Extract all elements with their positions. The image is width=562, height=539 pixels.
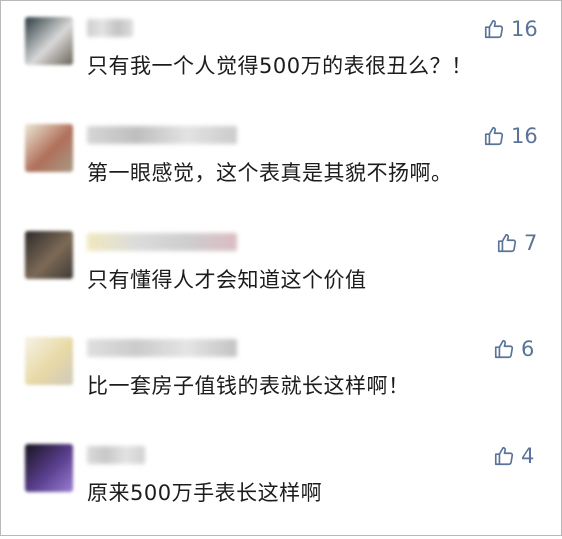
comment-text: 比一套房子值钱的表就长这样啊！ <box>87 374 410 398</box>
avatar[interactable] <box>25 17 73 65</box>
like-button[interactable]: 16 <box>483 124 538 148</box>
like-button[interactable]: 6 <box>493 337 534 361</box>
comment-item: 原来500万手表长这样啊 4 <box>1 432 561 539</box>
avatar[interactable] <box>25 231 73 279</box>
username-blurred[interactable] <box>87 446 145 464</box>
thumbs-up-icon <box>493 338 515 360</box>
comment-item: 只有我一个人觉得500万的表很丑么？！ 16 <box>1 5 561 112</box>
avatar[interactable] <box>25 444 73 492</box>
comment-item: 第一眼感觉，这个表真是其貌不扬啊。 16 <box>1 112 561 219</box>
comment-text: 原来500万手表长这样啊 <box>87 481 323 505</box>
username-blurred[interactable] <box>87 233 237 251</box>
username-blurred[interactable] <box>87 19 133 37</box>
like-button[interactable]: 16 <box>483 17 538 41</box>
username-blurred[interactable] <box>87 126 237 144</box>
avatar[interactable] <box>25 337 73 385</box>
comment-text: 只有我一个人觉得500万的表很丑么？！ <box>87 54 473 78</box>
like-count: 4 <box>521 444 535 468</box>
username-blurred[interactable] <box>87 339 237 357</box>
comment-item: 只有懂得人才会知道这个价值 7 <box>1 219 561 326</box>
like-button[interactable]: 4 <box>493 444 534 468</box>
like-button[interactable]: 7 <box>496 231 537 255</box>
thumbs-up-icon <box>493 445 515 467</box>
thumbs-up-icon <box>483 125 505 147</box>
comment-item: 比一套房子值钱的表就长这样啊！ 6 <box>1 325 561 432</box>
comment-text: 第一眼感觉，这个表真是其貌不扬啊。 <box>87 161 453 185</box>
thumbs-up-icon <box>496 232 518 254</box>
like-count: 7 <box>524 231 538 255</box>
comment-text: 只有懂得人才会知道这个价值 <box>87 268 367 292</box>
thumbs-up-icon <box>483 18 505 40</box>
like-count: 16 <box>511 124 538 148</box>
like-count: 16 <box>511 17 538 41</box>
avatar[interactable] <box>25 124 73 172</box>
like-count: 6 <box>521 337 535 361</box>
comment-list: 只有我一个人觉得500万的表很丑么？！ 16 第一眼感觉，这个表真是其貌不扬啊。 16… <box>0 0 562 536</box>
